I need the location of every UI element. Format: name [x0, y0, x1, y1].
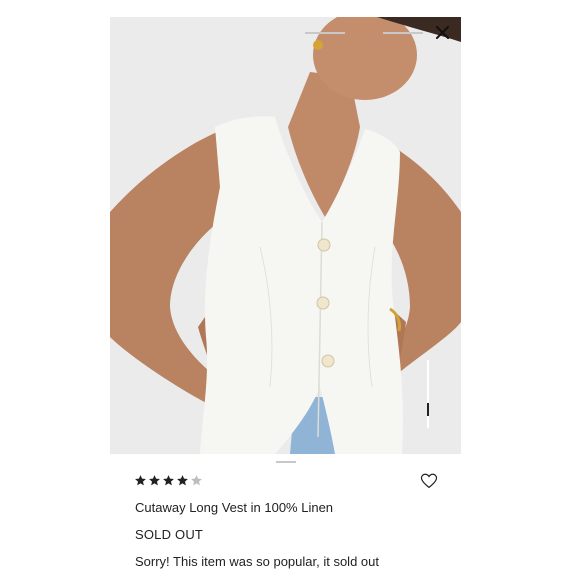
heart-outline-icon — [420, 473, 438, 489]
stock-message: Sorry! This item was so popular, it sold… — [135, 554, 379, 569]
star-filled-icon — [177, 475, 188, 486]
star-filled-icon — [135, 475, 146, 486]
star-rating — [134, 474, 203, 487]
close-icon — [435, 25, 449, 39]
product-image-viewer[interactable] — [110, 17, 461, 454]
image-scrollbar-thumb[interactable] — [427, 403, 429, 416]
wishlist-button[interactable] — [420, 472, 438, 490]
product-title[interactable]: Cutaway Long Vest in 100% Linen — [135, 500, 333, 515]
star-filled-icon — [149, 475, 160, 486]
image-pager-indicator — [276, 461, 296, 463]
image-scrollbar-track[interactable] — [427, 360, 429, 428]
star-filled-icon — [163, 475, 174, 486]
close-button[interactable] — [432, 22, 452, 42]
stock-status: SOLD OUT — [135, 527, 204, 542]
star-empty-icon — [191, 475, 202, 486]
product-photo — [110, 17, 461, 454]
